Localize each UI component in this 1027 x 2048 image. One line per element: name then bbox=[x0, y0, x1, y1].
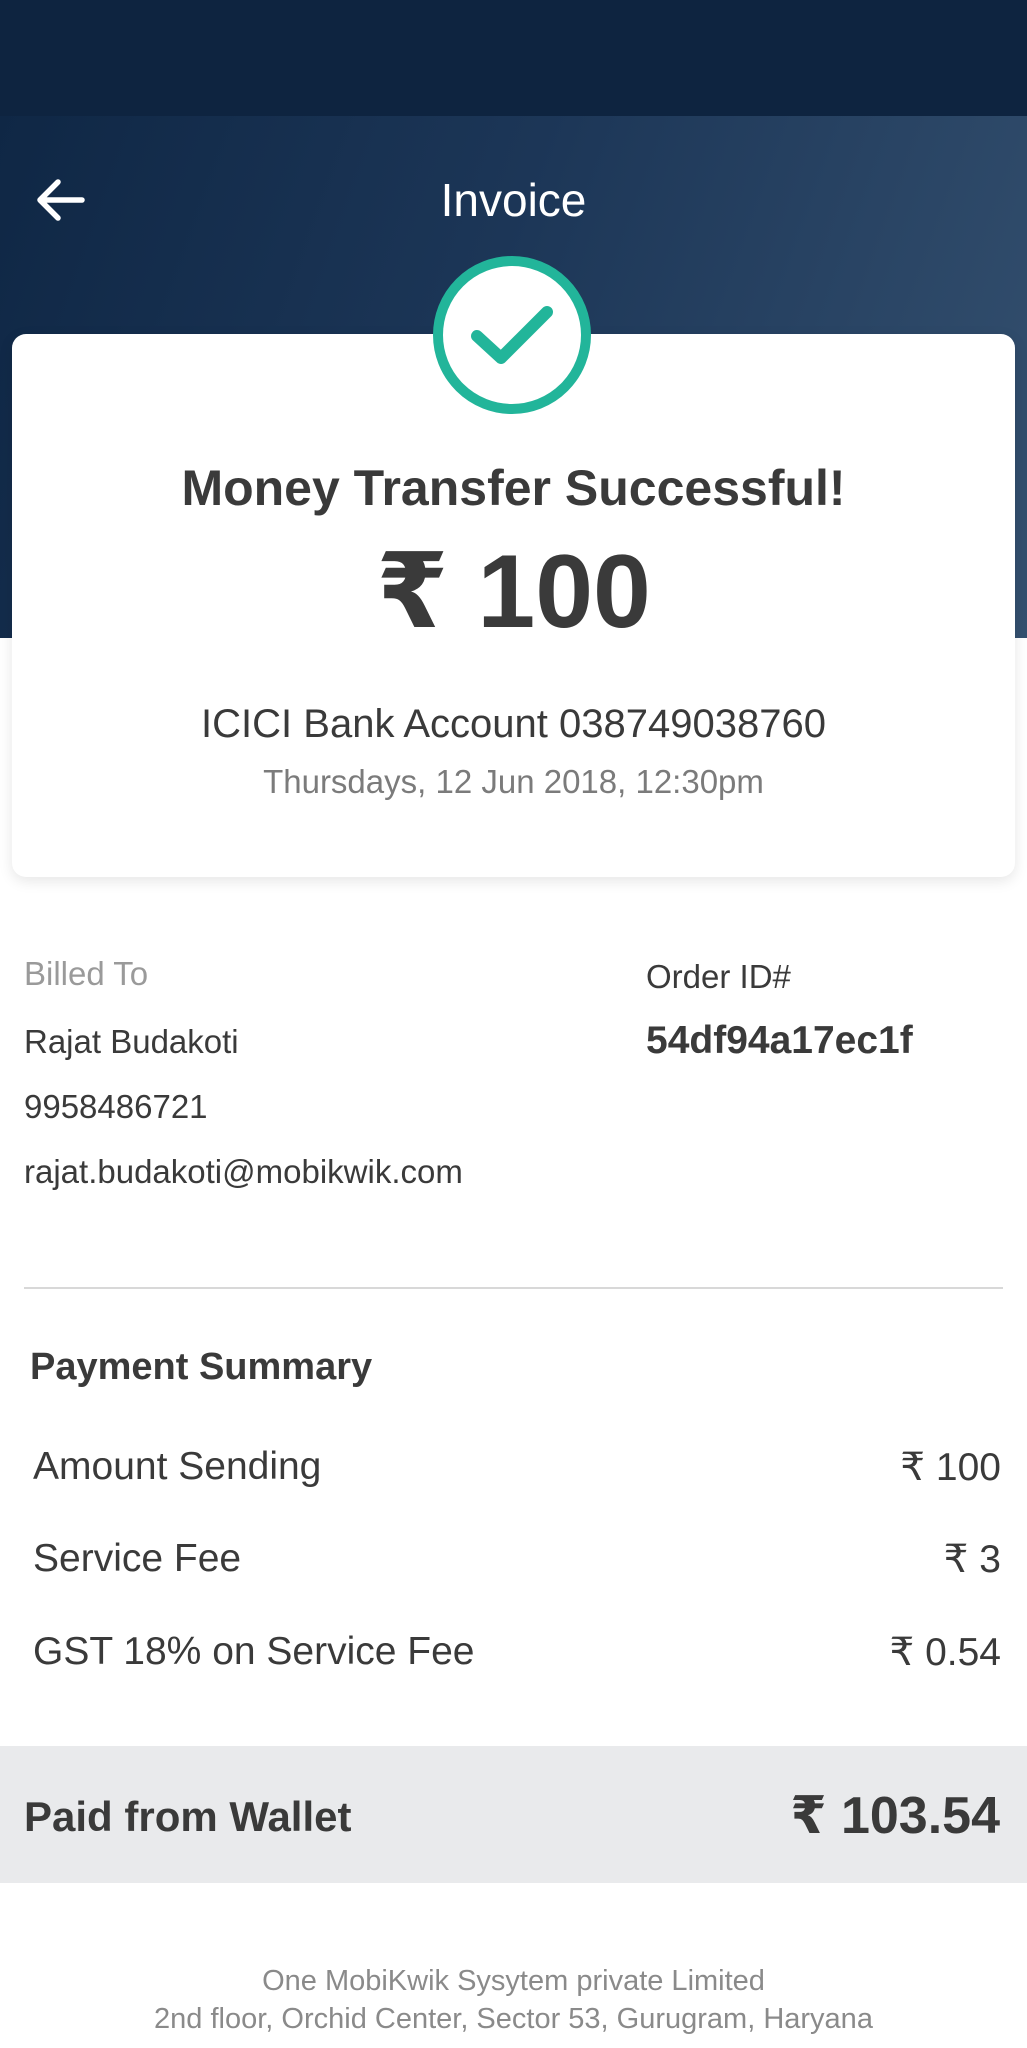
summary-row-label: GST 18% on Service Fee bbox=[33, 1630, 475, 1673]
order-id-value: 54df94a17ec1f bbox=[646, 1019, 913, 1062]
billed-to-label: Billed To bbox=[24, 955, 149, 992]
billed-name: Rajat Budakoti bbox=[24, 1023, 239, 1060]
success-badge bbox=[433, 256, 591, 414]
transaction-date: Thursdays, 12 Jun 2018, 12:30pm bbox=[263, 763, 764, 800]
summary-row-gst: GST 18% on Service Fee ₹ 0.54 bbox=[33, 1624, 1001, 1680]
paid-from-wallet-label: Paid from Wallet bbox=[24, 1793, 352, 1840]
destination-account: ICICI Bank Account 038749038760 bbox=[201, 702, 826, 746]
billed-email: rajat.budakoti@mobikwik.com bbox=[24, 1153, 463, 1190]
page-title: Invoice bbox=[440, 174, 587, 226]
billed-phone: 9958486721 bbox=[24, 1088, 208, 1125]
summary-row-label: Amount Sending bbox=[33, 1445, 322, 1488]
summary-row-label: Service Fee bbox=[33, 1537, 242, 1580]
summary-row-value: ₹ 100 bbox=[900, 1445, 1001, 1489]
summary-row-value: ₹ 3 bbox=[943, 1537, 1001, 1581]
check-circle-icon bbox=[471, 306, 553, 364]
status-bar bbox=[0, 0, 1027, 116]
success-title: Money Transfer Successful! bbox=[181, 460, 846, 516]
section-divider bbox=[24, 1287, 1003, 1289]
summary-row-service-fee: Service Fee ₹ 3 bbox=[33, 1531, 1001, 1587]
footer-company-name: One MobiKwik Sysytem private Limited bbox=[262, 1965, 765, 1997]
paid-from-wallet-value: ₹ 103.54 bbox=[790, 1787, 1000, 1845]
footer-address: 2nd floor, Orchid Center, Sector 53, Gur… bbox=[154, 2003, 873, 2035]
summary-row-value: ₹ 0.54 bbox=[889, 1630, 1001, 1674]
order-id-label: Order ID# bbox=[646, 958, 791, 995]
transfer-amount: ₹ 100 bbox=[376, 534, 651, 650]
summary-row-amount-sending: Amount Sending ₹ 100 bbox=[33, 1439, 1001, 1495]
payment-summary-title: Payment Summary bbox=[30, 1346, 373, 1388]
